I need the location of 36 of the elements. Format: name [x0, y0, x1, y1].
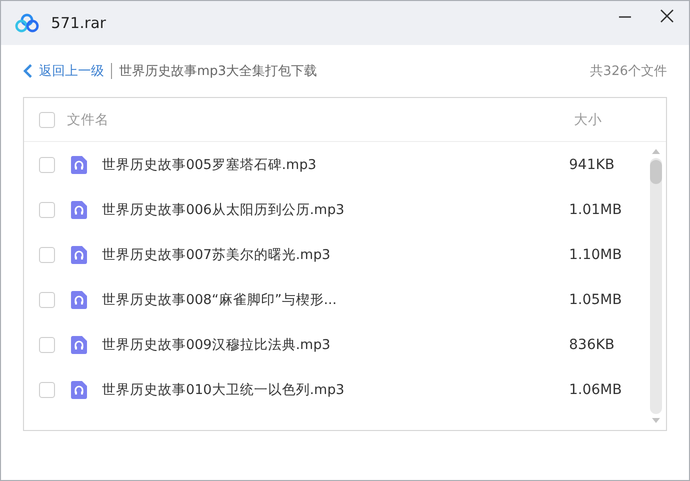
scrollbar-thumb[interactable]: [650, 160, 662, 184]
checkbox[interactable]: [39, 336, 55, 352]
cloud-logo-icon: [15, 13, 39, 33]
file-name[interactable]: 世界历史故事009汉穆拉比法典.mp3: [102, 336, 569, 354]
scroll-down-arrow-icon[interactable]: [651, 418, 661, 424]
checkbox[interactable]: [39, 156, 55, 172]
checkbox[interactable]: [39, 292, 55, 308]
folder-path: 世界历史故事mp3大全集打包下载: [119, 63, 318, 80]
file-name[interactable]: 世界历史故事010大卫统一以色列.mp3: [102, 380, 569, 398]
audio-file-icon: [71, 290, 87, 308]
file-name[interactable]: 世界历史故事007苏美尔的曙光.mp3: [102, 246, 569, 264]
file-size: 941KB: [569, 156, 616, 172]
window-title: 571.rar: [51, 14, 106, 32]
audio-file-icon: [71, 246, 87, 264]
file-size: 836KB: [569, 336, 616, 352]
audio-file-icon: [71, 156, 87, 174]
audio-file-icon: [71, 200, 87, 218]
file-size: 1.06MB: [569, 382, 623, 398]
checkbox[interactable]: [39, 246, 55, 262]
back-link[interactable]: 返回上一级: [23, 62, 104, 80]
file-size: 1.05MB: [569, 292, 623, 308]
chevron-left-icon[interactable]: [23, 64, 33, 78]
file-name[interactable]: 世界历史故事005罗塞塔石碑.mp3: [102, 156, 569, 174]
file-size: 1.01MB: [569, 202, 623, 218]
file-name[interactable]: 世界历史故事008“麻雀脚印”与楔形...: [102, 290, 569, 308]
audio-file-icon: [71, 336, 87, 354]
scrollbar-track[interactable]: [650, 158, 662, 414]
file-size: 1.10MB: [569, 246, 623, 262]
file-name[interactable]: 世界历史故事006从太阳历到公历.mp3: [102, 200, 569, 218]
checkbox[interactable]: [39, 112, 55, 128]
audio-file-icon: [71, 380, 87, 398]
checkbox[interactable]: [39, 202, 55, 218]
file-count: 共326个文件: [590, 63, 667, 80]
checkbox[interactable]: [39, 382, 55, 398]
scroll-up-arrow-icon[interactable]: [651, 148, 661, 154]
close-icon[interactable]: [660, 9, 674, 23]
